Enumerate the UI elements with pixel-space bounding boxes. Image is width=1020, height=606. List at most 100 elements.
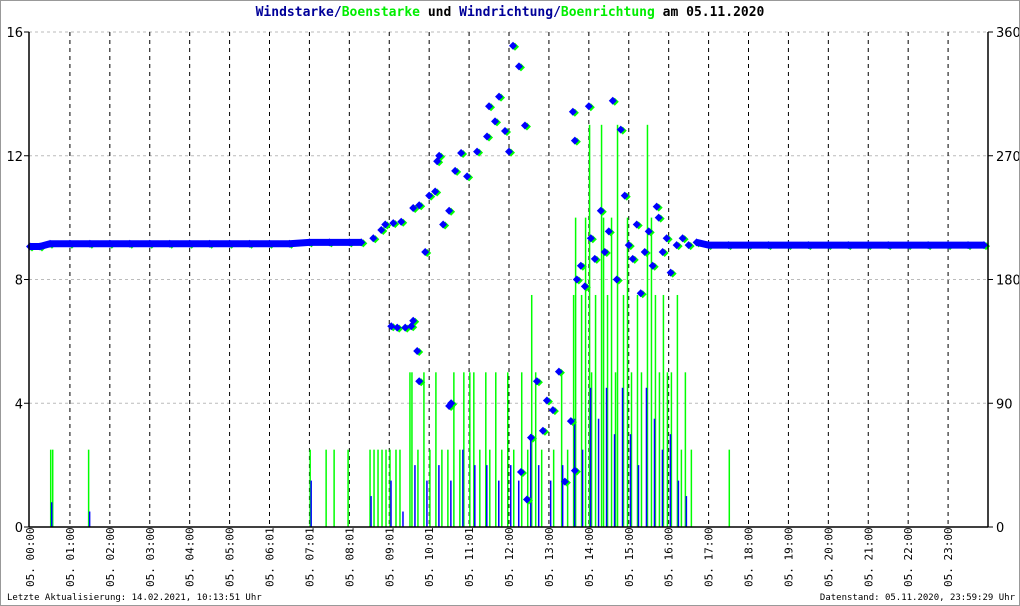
gust-bar xyxy=(441,449,443,527)
speed-bar xyxy=(537,465,540,527)
speed-bar xyxy=(517,480,520,527)
speed-bar xyxy=(498,480,500,527)
gust-bar xyxy=(429,449,431,527)
gust-bar xyxy=(526,449,529,527)
x-tick-label: 05. 06:01 xyxy=(264,527,277,587)
gust-bar xyxy=(680,449,683,527)
wind-direction-line xyxy=(695,238,710,249)
gust-bar xyxy=(610,217,613,527)
gust-bar xyxy=(534,372,537,527)
x-tick-label: 05. 10:01 xyxy=(423,527,436,587)
gust-bar xyxy=(566,449,569,527)
speed-bar xyxy=(510,465,512,527)
x-tick-label: 05. 16:00 xyxy=(663,527,676,587)
gust-bar xyxy=(616,124,619,527)
speed-bar xyxy=(685,496,688,527)
gust-bar xyxy=(690,449,693,527)
gust-bar xyxy=(728,449,731,527)
gust-bar xyxy=(395,449,397,527)
gust-bar xyxy=(602,217,605,527)
gust-bar xyxy=(377,449,379,527)
gust-bar xyxy=(512,449,515,527)
speed-bar xyxy=(426,480,428,527)
gust-bar xyxy=(399,449,401,527)
data-status-text: Datenstand: 05.11.2020, 23:59:29 Uhr xyxy=(819,593,1015,603)
speed-bar xyxy=(414,465,416,527)
gust-bar xyxy=(435,372,437,527)
x-tick-label: 05. 14:00 xyxy=(583,527,596,587)
speed-bar xyxy=(450,480,452,527)
speed-bar xyxy=(597,418,600,527)
last-update-text: Letzte Aktualisierung: 14.02.2021, 10:13… xyxy=(7,593,262,603)
gust-bar xyxy=(507,372,509,527)
wind-chart: 0 4 8 12 16 0 90 180 270 360 05. 00:00 05. 01:00 05.… xyxy=(6,26,1019,587)
x-tick-label: 05. 21:00 xyxy=(862,527,875,587)
gust-bar xyxy=(373,449,375,527)
y-right-tick-label: 270 xyxy=(996,150,1019,165)
x-tick-label: 05. 12:00 xyxy=(503,527,516,587)
x-tick-label: 05. 22:00 xyxy=(902,527,915,587)
y-right-tick-label: 0 xyxy=(996,521,1004,536)
x-tick-label: 05. 05:00 xyxy=(224,527,237,587)
y-right-tick-label: 90 xyxy=(996,397,1013,412)
speed-bar xyxy=(390,480,392,527)
x-tick-label: 05. 09:01 xyxy=(383,527,396,587)
speed-bar xyxy=(88,511,91,527)
gust-bar xyxy=(540,449,543,527)
gust-bar xyxy=(417,449,419,527)
speed-bar xyxy=(645,387,648,527)
x-tick-label: 05. 02:00 xyxy=(104,527,117,587)
y-left-tick-label: 16 xyxy=(6,26,23,41)
gust-bar xyxy=(495,372,497,527)
gust-bar xyxy=(600,124,603,527)
gust-bar xyxy=(640,372,643,527)
gust-bar xyxy=(520,372,523,527)
y-left-tick-label: 12 xyxy=(6,150,23,165)
x-tick-label: 05. 23:00 xyxy=(942,527,955,587)
gust-bar xyxy=(447,449,449,527)
x-tick-label: 05. 15:00 xyxy=(623,527,636,587)
speed-bar xyxy=(581,449,584,527)
gust-bar xyxy=(501,449,503,527)
speed-bar xyxy=(402,511,404,527)
x-tick-label: 05. 19:00 xyxy=(782,527,795,587)
speed-bar xyxy=(589,387,592,527)
speed-bar xyxy=(462,449,464,527)
speed-bar xyxy=(474,465,476,527)
speed-bar xyxy=(629,434,632,527)
gust-bar xyxy=(658,372,661,527)
gust-bar xyxy=(411,372,413,527)
gust-bar xyxy=(469,372,471,527)
wind-direction-line xyxy=(39,240,51,250)
y-left-tick-label: 0 xyxy=(15,521,23,536)
gust-bar xyxy=(626,217,629,527)
speed-bar xyxy=(605,387,608,527)
y-left-tick-label: 4 xyxy=(15,397,23,412)
x-tick-label: 05. 01:00 xyxy=(64,527,77,587)
gust-bar xyxy=(584,217,587,527)
y-right-tick-label: 360 xyxy=(996,26,1019,41)
x-tick-label: 05. 18:00 xyxy=(743,527,756,587)
speed-bar xyxy=(438,465,440,527)
gust-bar xyxy=(453,372,455,527)
gust-bar xyxy=(479,449,481,527)
gust-bar xyxy=(385,449,387,527)
speed-bar xyxy=(50,502,53,527)
y-left-tick-label: 8 xyxy=(15,274,23,289)
speed-bar xyxy=(561,465,564,527)
gust-bar xyxy=(594,294,597,527)
x-tick-label: 05. 07:01 xyxy=(303,527,316,587)
x-tick-label: 05. 17:00 xyxy=(703,527,716,587)
speed-bar xyxy=(549,480,552,527)
gust-bar xyxy=(381,449,383,527)
x-tick-label: 05. 11:01 xyxy=(463,527,476,587)
wind-direction-line xyxy=(289,238,310,248)
x-tick-label: 05. 13:00 xyxy=(543,527,556,587)
x-tick-label: 05. 00:00 xyxy=(24,527,37,587)
gust-bar xyxy=(489,449,491,527)
y-right-tick-label: 180 xyxy=(996,274,1019,289)
speed-bar xyxy=(370,496,372,527)
speed-bar xyxy=(653,418,656,527)
gust-bar xyxy=(552,449,555,527)
speed-bar xyxy=(310,480,312,527)
